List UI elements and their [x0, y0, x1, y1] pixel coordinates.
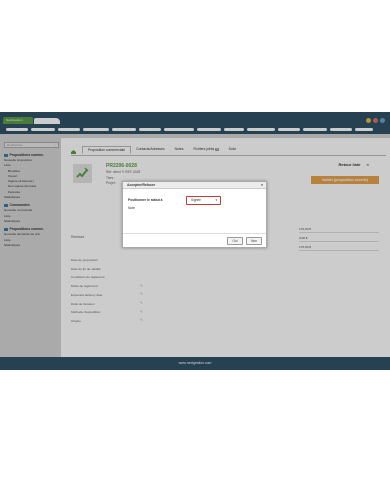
status-select[interactable]: Signée ▾ [186, 196, 221, 205]
dialog-title: Accepter/Refuser [127, 183, 156, 187]
app-frame: NextGestion Rechercher ⌄ Propositions co… [0, 112, 390, 370]
non-button[interactable]: Non [246, 237, 262, 245]
accept-refuse-dialog: Accepter/Refuser × Positionner le statut… [122, 181, 267, 248]
dialog-header: Accepter/Refuser × [123, 182, 266, 189]
note-label: Note [128, 206, 135, 210]
status-selected-value: Signée [191, 198, 201, 202]
status-label: Positionner le statut à [128, 198, 163, 202]
close-icon[interactable]: × [261, 182, 263, 189]
dialog-divider [123, 233, 266, 234]
oui-button[interactable]: Oui [227, 237, 243, 245]
chevron-down-icon: ▾ [215, 198, 217, 202]
